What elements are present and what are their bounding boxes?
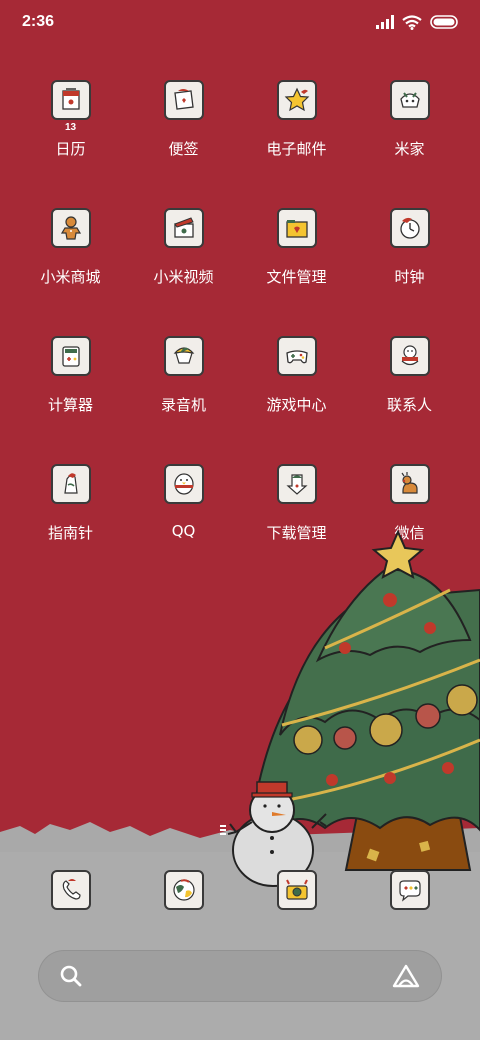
app-label: 便签 bbox=[168, 140, 199, 158]
ornament bbox=[293, 725, 323, 755]
search-icon bbox=[60, 965, 82, 987]
ornament bbox=[333, 726, 357, 750]
ornament bbox=[384, 772, 396, 784]
star-icon bbox=[276, 80, 317, 120]
app-label: 录音机 bbox=[160, 396, 206, 414]
penguin-icon bbox=[163, 464, 204, 504]
app-label: 米家 bbox=[394, 140, 425, 158]
app-file-manager[interactable]: 文件管理 bbox=[240, 204, 353, 332]
app-label: 文件管理 bbox=[266, 268, 327, 286]
calendar-day-badge: 13 bbox=[64, 122, 77, 133]
calculator-icon bbox=[50, 336, 91, 376]
app-label: 电子邮件 bbox=[266, 140, 327, 158]
wifi-icon bbox=[402, 14, 422, 30]
signal-icon bbox=[376, 15, 394, 29]
dock bbox=[14, 866, 466, 910]
status-bar: 2:36 bbox=[0, 0, 480, 44]
ornament bbox=[383, 593, 397, 607]
dock-app-phone[interactable] bbox=[14, 866, 127, 910]
gingerbread-icon bbox=[50, 208, 91, 248]
browser-icon bbox=[163, 870, 204, 910]
ornament bbox=[369, 713, 403, 747]
app-label: 小米商城 bbox=[40, 268, 101, 286]
app-label: 计算器 bbox=[47, 396, 93, 414]
assistant-icon[interactable] bbox=[391, 963, 421, 989]
ornament bbox=[339, 642, 351, 654]
camera-icon bbox=[276, 870, 317, 910]
ornament bbox=[326, 774, 338, 786]
snowman-icon bbox=[389, 336, 430, 376]
app-grid: 13 日历 便签 电子邮件 米家 小米商城 小米视频 文件管理 时钟 计算器 录… bbox=[14, 76, 466, 588]
app-contacts[interactable]: 联系人 bbox=[353, 332, 466, 460]
recorder-icon bbox=[163, 336, 204, 376]
app-label: 日历 bbox=[55, 140, 86, 158]
dock-app-browser[interactable] bbox=[127, 866, 240, 910]
mihome-icon bbox=[389, 80, 430, 120]
app-label: 时钟 bbox=[394, 268, 425, 286]
status-icons bbox=[376, 14, 460, 30]
search-bar[interactable] bbox=[38, 950, 442, 1002]
dock-app-camera[interactable] bbox=[240, 866, 353, 910]
download-icon bbox=[276, 464, 317, 504]
reindeer-icon bbox=[389, 464, 430, 504]
status-time: 2:36 bbox=[22, 13, 55, 30]
app-game-center[interactable]: 游戏中心 bbox=[240, 332, 353, 460]
messages-icon bbox=[389, 870, 430, 910]
app-email[interactable]: 电子邮件 bbox=[240, 76, 353, 204]
app-label: 小米视频 bbox=[153, 268, 214, 286]
clock-icon bbox=[389, 208, 430, 248]
app-calculator[interactable]: 计算器 bbox=[14, 332, 127, 460]
app-label: 游戏中心 bbox=[266, 396, 327, 414]
dock-app-messages[interactable] bbox=[353, 866, 466, 910]
ornament bbox=[415, 703, 441, 729]
video-icon bbox=[163, 208, 204, 248]
ornament bbox=[424, 622, 436, 634]
compass-icon bbox=[50, 464, 91, 504]
ornament bbox=[442, 762, 454, 774]
calendar-icon: 13 bbox=[50, 80, 91, 133]
app-mi-video[interactable]: 小米视频 bbox=[127, 204, 240, 332]
notes-icon bbox=[163, 80, 204, 120]
app-clock[interactable]: 时钟 bbox=[353, 204, 466, 332]
app-label: 联系人 bbox=[386, 396, 432, 414]
phone-icon bbox=[50, 870, 91, 910]
gamepad-icon bbox=[276, 336, 317, 376]
app-mi-store[interactable]: 小米商城 bbox=[14, 204, 127, 332]
app-calendar[interactable]: 13 日历 bbox=[14, 76, 127, 204]
app-mihome[interactable]: 米家 bbox=[353, 76, 466, 204]
ornament bbox=[446, 684, 478, 716]
battery-icon bbox=[430, 15, 458, 29]
app-notes[interactable]: 便签 bbox=[127, 76, 240, 204]
app-recorder[interactable]: 录音机 bbox=[127, 332, 240, 460]
page-indicator[interactable] bbox=[218, 824, 228, 836]
folder-icon bbox=[276, 208, 317, 248]
